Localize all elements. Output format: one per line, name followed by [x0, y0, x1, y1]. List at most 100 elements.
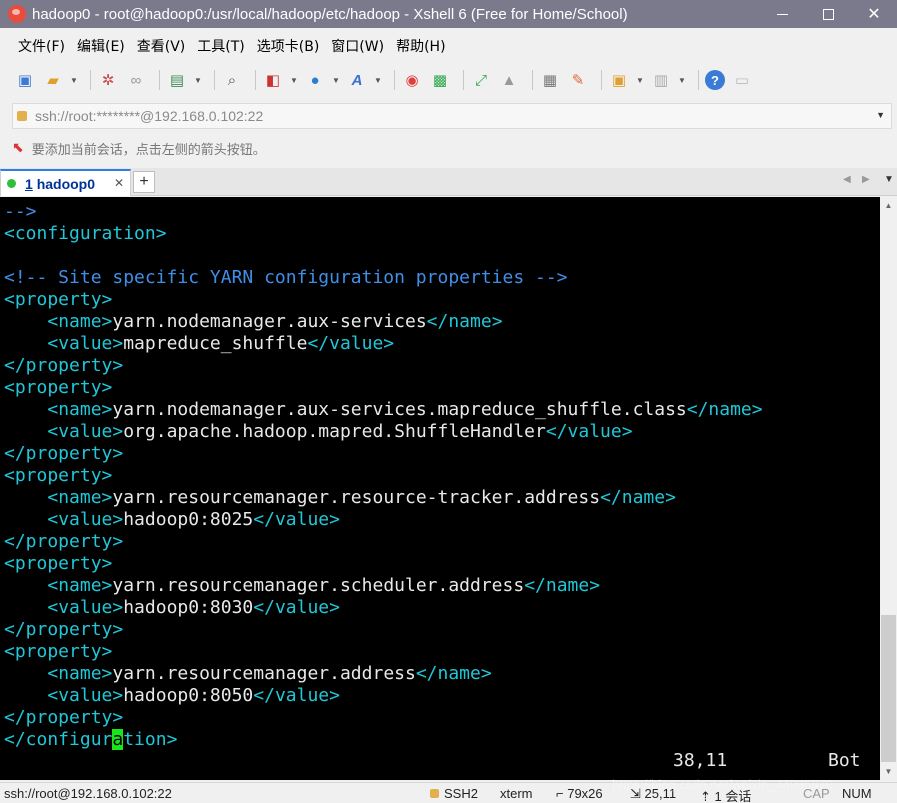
chevron-down-icon[interactable]: ▼: [332, 76, 340, 85]
terminal-text: <value>: [47, 597, 124, 618]
scroll-position: Bot: [828, 750, 861, 771]
toolbar-separator: [394, 70, 395, 90]
tab-list-icon[interactable]: ▼: [884, 174, 894, 185]
menu-edit[interactable]: 编辑(E): [71, 36, 131, 56]
text-cursor: a: [112, 729, 124, 750]
fullscreen-icon[interactable]: ⤢: [470, 69, 492, 91]
open-folder-icon[interactable]: ▰: [42, 69, 64, 91]
scroll-up-icon[interactable]: ▲: [880, 197, 897, 214]
add-tab-icon[interactable]: ▣: [608, 69, 630, 91]
chevron-down-icon[interactable]: ▼: [678, 76, 686, 85]
scrollbar-thumb[interactable]: [881, 615, 896, 762]
terminal-text: <name>: [47, 575, 113, 596]
layout-icon[interactable]: ▥: [650, 69, 672, 91]
terminal-line: <name>yarn.resourcemanager.resource-trac…: [4, 487, 676, 509]
new-tab-button[interactable]: +: [133, 171, 155, 193]
menu-tools[interactable]: 工具(T): [191, 36, 250, 56]
chat-icon[interactable]: ▭: [731, 69, 753, 91]
menu-help[interactable]: 帮助(H): [390, 36, 451, 56]
terminal-text: <value>: [47, 509, 124, 530]
terminal-text: <name>: [47, 311, 113, 332]
chevron-down-icon[interactable]: ▼: [374, 76, 382, 85]
terminal-scrollbar[interactable]: ▲ ▼: [880, 197, 897, 780]
terminal-text: </configur: [4, 729, 113, 750]
xftp-icon[interactable]: ◉: [401, 69, 423, 91]
scroll-down-icon[interactable]: ▼: [880, 763, 897, 780]
status-connection: ssh://root@192.168.0.102:22: [4, 786, 172, 801]
add-session-arrow-icon[interactable]: ⬉: [12, 140, 24, 156]
disconnect-icon[interactable]: ✲: [97, 69, 119, 91]
terminal-text: <name>: [47, 663, 113, 684]
chevron-down-icon[interactable]: ▼: [194, 76, 202, 85]
resize-icon: ⌐: [556, 786, 568, 801]
toolbar-separator: [532, 70, 533, 90]
chevron-down-icon[interactable]: ▼: [636, 76, 644, 85]
tab-bar: 1 hadoop0 ✕ + ◀ ▶ ▼: [0, 168, 897, 196]
tab-scroll-right-icon[interactable]: ▶: [862, 174, 870, 185]
terminal-line: </property>: [4, 443, 123, 465]
maximize-button[interactable]: [805, 0, 851, 28]
keyboard-icon[interactable]: ▦: [539, 69, 561, 91]
terminal-line: <value>org.apache.hadoop.mapred.ShuffleH…: [4, 421, 632, 443]
close-window-button[interactable]: ✕: [851, 0, 897, 28]
terminal-line: <name>yarn.resourcemanager.address</name…: [4, 663, 491, 685]
terminal-line: <property>: [4, 289, 112, 311]
terminal-line: <value>hadoop0:8025</value>: [4, 509, 340, 531]
status-size: ⌐ 79x26: [556, 786, 603, 801]
terminal-line: <property>: [4, 465, 112, 487]
toolbar-separator: [601, 70, 602, 90]
menu-tabs[interactable]: 选项卡(B): [251, 36, 326, 56]
transfer-icon[interactable]: ◧: [262, 69, 284, 91]
font-icon[interactable]: A: [346, 69, 368, 91]
window-title: hadoop0 - root@hadoop0:/usr/local/hadoop…: [32, 5, 628, 23]
find-icon[interactable]: ⌕: [221, 69, 243, 91]
address-input[interactable]: [35, 108, 855, 124]
globe-icon[interactable]: ●: [304, 69, 326, 91]
terminal-text: -->: [4, 201, 37, 222]
new-session-icon[interactable]: ▣: [14, 69, 36, 91]
chevron-down-icon[interactable]: ▼: [876, 110, 885, 120]
terminal-line: </property>: [4, 531, 123, 553]
terminal-text: </property>: [4, 531, 124, 552]
toolbar-separator: [463, 70, 464, 90]
chevron-down-icon[interactable]: ▼: [290, 76, 298, 85]
toolbar-separator: [698, 70, 699, 90]
help-icon[interactable]: ?: [705, 70, 725, 90]
terminal-line: <property>: [4, 641, 112, 663]
minimize-icon: [776, 13, 788, 15]
toolbar-separator: [90, 70, 91, 90]
properties-icon[interactable]: ▤: [166, 69, 188, 91]
connected-status-icon: [7, 179, 16, 188]
menu-view[interactable]: 查看(V): [131, 36, 192, 56]
chevron-down-icon[interactable]: ▼: [70, 76, 78, 85]
terminal-text: </name>: [426, 311, 503, 332]
terminal-line: </property>: [4, 355, 123, 377]
cursor-position: 38,11: [673, 750, 728, 771]
terminal-line: <property>: [4, 553, 112, 575]
lock-icon[interactable]: ▲: [498, 69, 520, 91]
terminal-text: hadoop0:8025: [123, 509, 254, 530]
address-bar: ▼: [12, 103, 892, 129]
terminal-text: org.apache.hadoop.mapred.ShuffleHandler: [123, 421, 546, 442]
terminal-output[interactable]: </configuration> </property> <value>hadoo…: [0, 197, 880, 780]
terminal-text: </value>: [307, 333, 395, 354]
tab-hadoop0[interactable]: 1 hadoop0 ✕: [0, 169, 131, 196]
menu-file[interactable]: 文件(F): [12, 36, 71, 56]
menu-bar: 文件(F) 编辑(E) 查看(V) 工具(T) 选项卡(B) 窗口(W) 帮助(…: [0, 34, 452, 58]
reconnect-icon[interactable]: ∞: [125, 69, 147, 91]
terminal-text: <property>: [4, 553, 113, 574]
menu-window[interactable]: 窗口(W): [325, 36, 390, 56]
highlighter-icon[interactable]: ✎: [567, 69, 589, 91]
terminal-text: <property>: [4, 289, 113, 310]
minimize-button[interactable]: [759, 0, 805, 28]
close-icon[interactable]: ✕: [114, 176, 124, 190]
xmanager-icon[interactable]: ▩: [429, 69, 451, 91]
tab-scroll-left-icon[interactable]: ◀: [843, 174, 851, 185]
terminal-line: </property>: [4, 707, 123, 729]
terminal-text: yarn.resourcemanager.scheduler.address: [112, 575, 525, 596]
